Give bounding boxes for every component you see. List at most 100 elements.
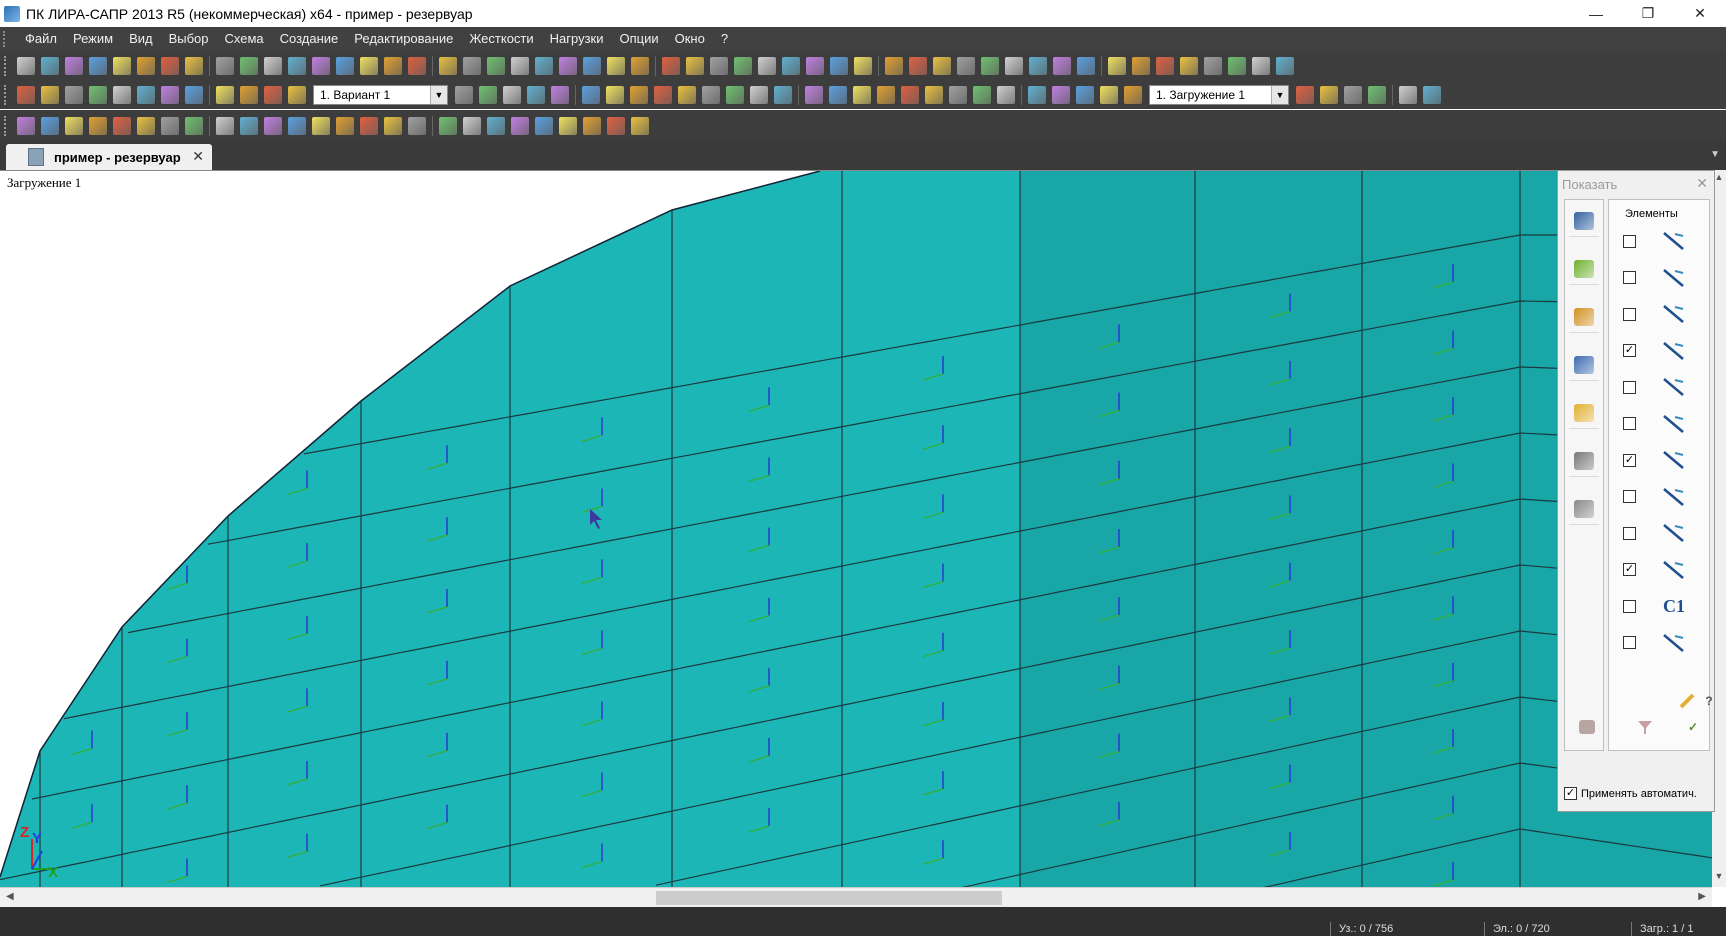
panel-option-row[interactable]: ✓	[1623, 445, 1703, 475]
tool-icon[interactable]	[408, 116, 426, 135]
tool-icon[interactable]	[535, 116, 553, 135]
eye-icon[interactable]	[1569, 446, 1599, 477]
tool-icon[interactable]	[750, 85, 768, 104]
tool-icon[interactable]	[185, 56, 203, 75]
tool-icon[interactable]	[949, 85, 967, 104]
tool-icon[interactable]	[1180, 56, 1198, 75]
tool-icon[interactable]	[17, 116, 35, 135]
tool-icon[interactable]	[487, 56, 505, 75]
apply-auto-row[interactable]: ✓ Применять автоматич.	[1564, 787, 1697, 800]
tool-icon[interactable]	[527, 85, 545, 104]
tool-icon[interactable]	[583, 56, 601, 75]
tool-icon[interactable]	[360, 116, 378, 135]
option-checkbox[interactable]	[1623, 307, 1636, 321]
panel-option-row[interactable]	[1623, 518, 1703, 548]
tool-icon[interactable]	[631, 116, 649, 135]
tool-icon[interactable]	[89, 56, 107, 75]
tool-icon[interactable]	[360, 56, 378, 75]
tool-icon[interactable]	[631, 56, 649, 75]
tool-icon[interactable]	[503, 85, 521, 104]
panel-option-row[interactable]: ✓	[1623, 336, 1703, 366]
tool-icon[interactable]	[702, 85, 720, 104]
chevron-down-icon[interactable]: ▼	[430, 85, 447, 104]
mesh-view[interactable]	[0, 171, 1712, 888]
menu-edit[interactable]: Редактирование	[346, 27, 461, 51]
tool-icon[interactable]	[551, 85, 569, 104]
tool-icon[interactable]	[885, 56, 903, 75]
option-checkbox[interactable]: ✓	[1623, 344, 1636, 357]
tool-icon[interactable]	[41, 56, 59, 75]
option-checkbox[interactable]	[1623, 526, 1636, 540]
toolbar-grip[interactable]	[4, 115, 10, 136]
tool-icon[interactable]	[463, 56, 481, 75]
option-checkbox[interactable]	[1623, 234, 1636, 248]
tool-icon[interactable]	[1053, 56, 1071, 75]
tool-icon[interactable]	[1423, 85, 1441, 104]
option-checkbox[interactable]	[1623, 380, 1636, 394]
tool-icon[interactable]	[41, 85, 59, 104]
scroll-down-icon[interactable]: ▼	[1712, 871, 1726, 885]
menu-view[interactable]: Вид	[121, 27, 161, 51]
tab-close-icon[interactable]: ✕	[192, 148, 204, 165]
tool-icon[interactable]	[161, 116, 179, 135]
tool-icon[interactable]	[1296, 85, 1314, 104]
tool-icon[interactable]	[161, 56, 179, 75]
tool-icon[interactable]	[925, 85, 943, 104]
tool-icon[interactable]	[607, 116, 625, 135]
tool-icon[interactable]	[997, 85, 1015, 104]
horizontal-scroll-thumb[interactable]	[656, 891, 1002, 905]
option-checkbox[interactable]: ✓	[1623, 563, 1636, 576]
tool-icon[interactable]	[1276, 56, 1294, 75]
plate-tool-icon[interactable]	[1569, 350, 1599, 381]
tool-icon[interactable]	[137, 116, 155, 135]
option-checkbox[interactable]	[1623, 271, 1636, 284]
tool-icon[interactable]	[774, 85, 792, 104]
option-checkbox[interactable]: ✓	[1623, 453, 1636, 467]
tool-icon[interactable]	[384, 116, 402, 135]
menu-stiffness[interactable]: Жесткости	[461, 27, 541, 51]
tool-icon[interactable]	[1052, 85, 1070, 104]
toolbar-grip[interactable]	[4, 84, 10, 105]
menu-create[interactable]: Создание	[272, 27, 347, 51]
menu-help[interactable]: ?	[713, 27, 736, 51]
restore-button[interactable]: ❐	[1622, 0, 1674, 27]
tool-icon[interactable]	[312, 116, 330, 135]
tool-icon[interactable]	[1320, 85, 1338, 104]
ruler-icon[interactable]	[1569, 494, 1599, 525]
tool-icon[interactable]	[89, 85, 107, 104]
tool-icon[interactable]	[734, 56, 752, 75]
bar-tool-icon[interactable]	[1569, 206, 1599, 237]
tool-icon[interactable]	[1077, 56, 1095, 75]
tool-icon[interactable]	[1076, 85, 1094, 104]
tool-icon[interactable]	[830, 56, 848, 75]
tool-icon[interactable]	[782, 56, 800, 75]
panel-close-icon[interactable]: ✕	[1696, 175, 1708, 192]
tool-icon[interactable]	[1124, 85, 1142, 104]
tool-icon[interactable]	[137, 56, 155, 75]
panel-option-row[interactable]	[1623, 263, 1703, 293]
tool-icon[interactable]	[463, 116, 481, 135]
tool-icon[interactable]	[65, 85, 83, 104]
menu-window[interactable]: Окно	[667, 27, 713, 51]
tool-icon[interactable]	[806, 56, 824, 75]
tool-icon[interactable]	[1344, 85, 1362, 104]
tool-icon[interactable]	[973, 85, 991, 104]
option-checkbox[interactable]	[1623, 490, 1636, 503]
tool-icon[interactable]	[606, 85, 624, 104]
tool-icon[interactable]	[901, 85, 919, 104]
tool-icon[interactable]	[630, 85, 648, 104]
toolbar-grip[interactable]	[4, 55, 10, 76]
tool-icon[interactable]	[1252, 56, 1270, 75]
tab-list-icon[interactable]: ▼	[1710, 149, 1720, 160]
tool-icon[interactable]	[710, 56, 728, 75]
tool-icon[interactable]	[1108, 56, 1126, 75]
close-button[interactable]: ✕	[1674, 0, 1726, 27]
menu-mode[interactable]: Режим	[65, 27, 121, 51]
panel-option-row[interactable]	[1623, 409, 1703, 439]
tool-icon[interactable]	[455, 85, 473, 104]
tool-icon[interactable]	[559, 116, 577, 135]
tool-icon[interactable]	[240, 85, 258, 104]
support-tool-icon[interactable]	[1569, 302, 1599, 333]
tool-icon[interactable]	[1029, 56, 1047, 75]
option-checkbox[interactable]	[1623, 636, 1636, 649]
